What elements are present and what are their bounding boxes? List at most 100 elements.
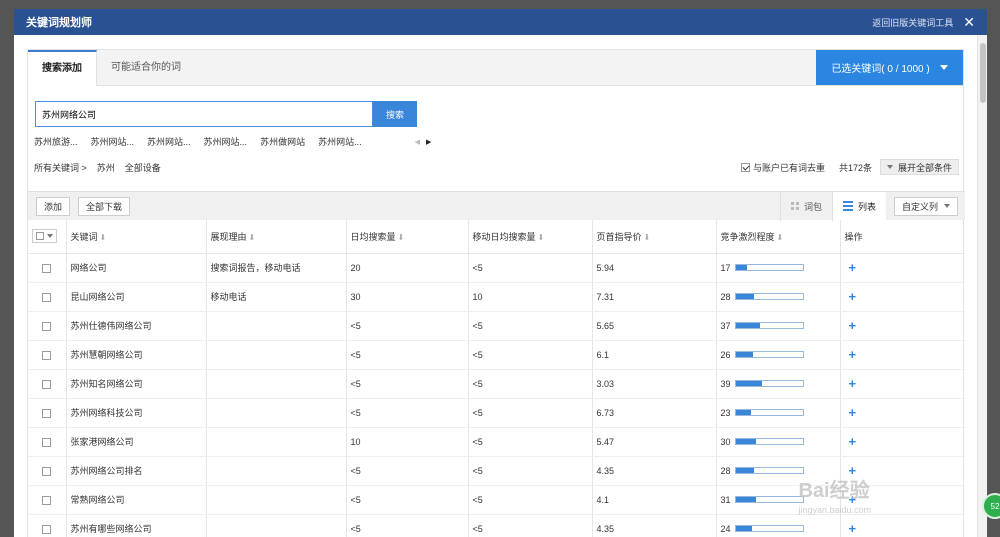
mobile-search-cell: <5 — [468, 456, 593, 486]
add-keyword-icon[interactable]: + — [845, 376, 857, 391]
add-keyword-icon[interactable]: + — [845, 405, 857, 420]
selected-keywords-button[interactable]: 已选关键词( 0 / 1000 ) — [816, 50, 963, 85]
dedup-option[interactable]: 与账户已有词去重 — [740, 161, 825, 174]
row-checkbox[interactable] — [42, 379, 52, 389]
row-checkbox[interactable] — [42, 350, 52, 360]
table-row: 苏州网络科技公司 <5 <5 6.73 23 + — [28, 398, 965, 428]
custom-columns-button[interactable]: 自定义列 — [893, 196, 958, 216]
price-cell: 5.94 — [592, 253, 717, 283]
col-competition[interactable]: 竞争激烈程度 ⬇ — [716, 220, 841, 254]
suggestion-chip[interactable]: 苏州网站... — [147, 135, 191, 148]
competition-value: 17 — [720, 262, 731, 273]
sort-icon: ⬇ — [248, 232, 256, 242]
add-keyword-icon[interactable]: + — [845, 521, 857, 536]
list-icon — [842, 201, 853, 211]
back-to-old-tool-link[interactable]: 返回旧版关键词工具 — [872, 16, 953, 29]
scrollbar-thumb[interactable] — [980, 43, 986, 103]
modal-scrollbar[interactable] — [977, 35, 987, 537]
col-keyword[interactable]: 关键词 ⬇ — [66, 220, 207, 254]
row-checkbox[interactable] — [42, 495, 52, 505]
competition-cell: 24 — [716, 514, 841, 537]
row-select-cell — [28, 485, 67, 515]
daily-search-cell: 10 — [346, 427, 469, 457]
select-all-dropdown[interactable] — [32, 229, 57, 244]
row-checkbox[interactable] — [42, 321, 52, 331]
close-icon[interactable]: ✕ — [963, 15, 975, 29]
competition-value: 28 — [720, 465, 731, 476]
suggestion-chip[interactable]: 苏州做网站 — [260, 135, 305, 148]
competition-cell: 30 — [716, 427, 841, 457]
breadcrumb-device[interactable]: 全部设备 — [125, 161, 161, 174]
row-checkbox[interactable] — [42, 292, 52, 302]
suggestion-chip[interactable]: 苏州网站... — [91, 135, 135, 148]
add-keyword-icon[interactable]: + — [845, 347, 857, 362]
add-keyword-icon[interactable]: + — [845, 260, 857, 275]
col-daily-search[interactable]: 日均搜索量 ⬇ — [346, 220, 469, 254]
tab-search-add[interactable]: 搜索添加 — [28, 50, 97, 86]
select-all-checkbox[interactable] — [36, 232, 44, 241]
price-cell: 7.31 — [592, 282, 717, 312]
keyword-search-input[interactable] — [35, 101, 373, 127]
daily-search-cell: <5 — [346, 456, 469, 486]
tab-suggested-keywords[interactable]: 可能适合你的词 — [97, 50, 195, 85]
dedup-checkbox[interactable] — [740, 162, 750, 172]
competition-value: 39 — [720, 378, 731, 389]
action-cell: + — [840, 253, 965, 283]
add-keyword-icon[interactable]: + — [845, 318, 857, 333]
row-checkbox[interactable] — [42, 466, 52, 476]
price-cell: 6.1 — [592, 340, 717, 370]
keyword-cell: 昆山网络公司 — [66, 282, 207, 312]
competition-value: 23 — [720, 407, 731, 418]
reason-cell — [206, 485, 347, 515]
reason-cell — [206, 398, 347, 428]
search-button[interactable]: 搜索 — [373, 101, 417, 127]
col-mobile-search[interactable]: 移动日均搜索量 ⬇ — [468, 220, 593, 254]
breadcrumb-region[interactable]: 苏州 — [97, 161, 115, 174]
keyword-cell: 苏州网络科技公司 — [66, 398, 207, 428]
reason-cell — [206, 456, 347, 486]
col-reason[interactable]: 展现理由 ⬇ — [206, 220, 347, 254]
competition-value: 31 — [720, 494, 731, 505]
chevron-down-icon — [939, 65, 948, 70]
mobile-search-cell: <5 — [468, 340, 593, 370]
download-all-button[interactable]: 全部下载 — [78, 196, 131, 216]
col-price[interactable]: 页首指导价 ⬇ — [592, 220, 717, 254]
competition-bar-fill — [735, 352, 753, 357]
row-checkbox[interactable] — [42, 524, 52, 534]
view-list-button[interactable]: 列表 — [831, 191, 886, 221]
row-checkbox[interactable] — [42, 437, 52, 447]
add-keyword-icon[interactable]: + — [845, 289, 857, 304]
row-checkbox[interactable] — [42, 408, 52, 418]
competition-bar-fill — [735, 526, 752, 531]
add-keyword-icon[interactable]: + — [845, 434, 857, 449]
sort-icon: ⬇ — [643, 232, 651, 242]
action-cell: + — [840, 340, 965, 370]
suggestion-chip[interactable]: 苏州网站... — [318, 135, 362, 148]
daily-search-cell: <5 — [346, 398, 469, 428]
mobile-search-cell: 10 — [468, 282, 593, 312]
suggestion-chip[interactable]: 苏州网站... — [204, 135, 248, 148]
price-cell: 6.73 — [592, 398, 717, 428]
competition-value: 37 — [720, 320, 731, 331]
row-checkbox[interactable] — [42, 263, 52, 273]
competition-value: 30 — [720, 436, 731, 447]
price-cell: 4.35 — [592, 514, 717, 537]
action-cell: + — [840, 282, 965, 312]
competition-cell: 37 — [716, 311, 841, 341]
breadcrumb-all-keywords[interactable]: 所有关键词 > — [34, 161, 87, 174]
scroll-left-icon[interactable]: ◀ — [415, 138, 420, 146]
expand-conditions-button[interactable]: 展开全部条件 — [879, 159, 959, 175]
view-bundle-button[interactable]: 词包 — [779, 191, 832, 221]
competition-bar-fill — [735, 294, 755, 299]
select-all-header — [28, 220, 67, 254]
scroll-right-icon[interactable]: ▶ — [426, 138, 431, 146]
view-bundle-label: 词包 — [803, 201, 822, 212]
daily-search-cell: <5 — [346, 340, 469, 370]
reason-cell: 移动电话 — [206, 282, 347, 312]
watermark-brand: Bai经验 — [798, 480, 870, 502]
suggestion-chip[interactable]: 苏州旅游... — [34, 135, 78, 148]
price-cell: 4.35 — [592, 456, 717, 486]
add-button[interactable]: 添加 — [36, 196, 71, 216]
reason-cell — [206, 369, 347, 399]
col-action: 操作 — [840, 220, 965, 254]
